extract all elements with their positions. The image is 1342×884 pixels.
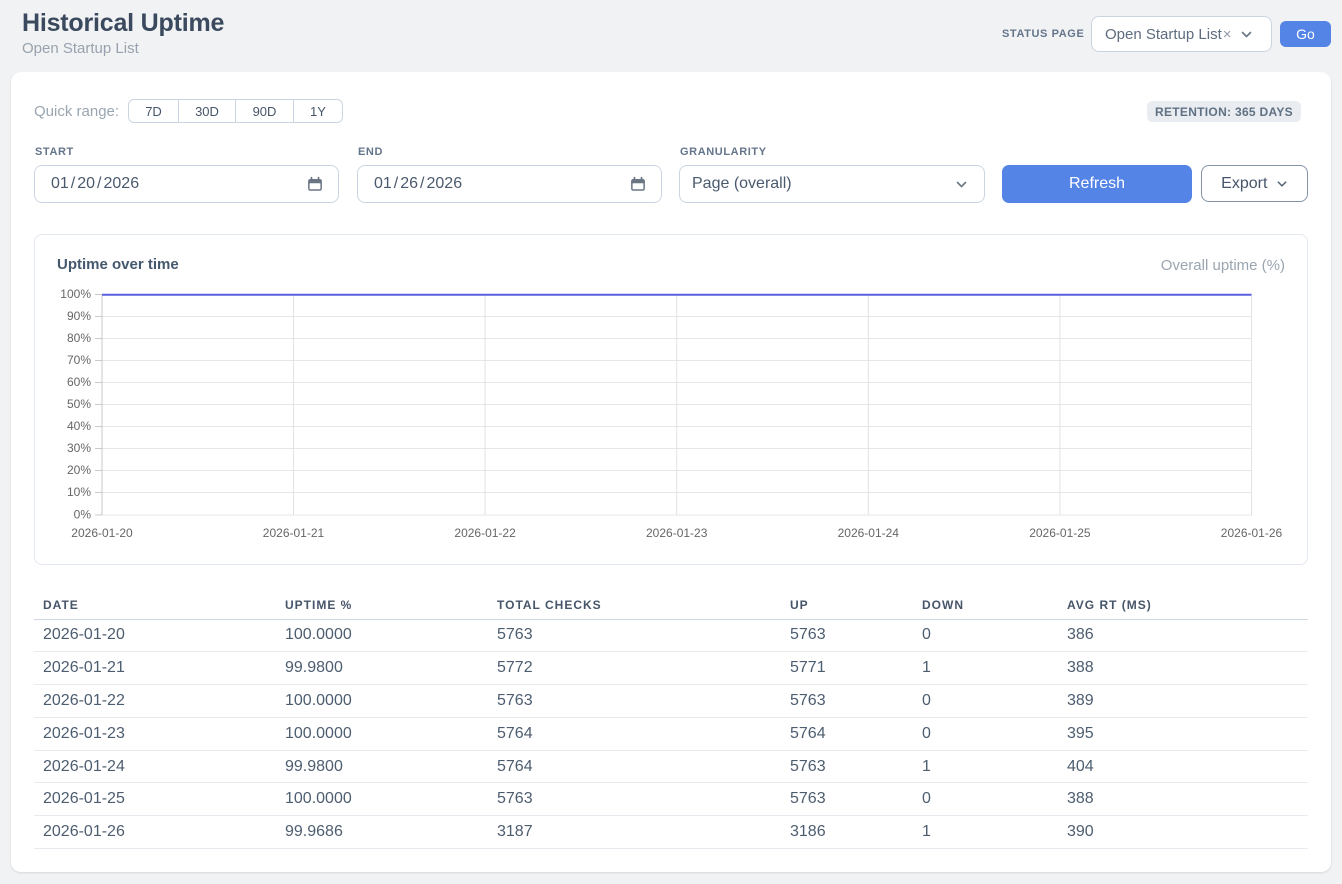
svg-text:20%: 20% bbox=[67, 463, 91, 477]
svg-text:2026-01-23: 2026-01-23 bbox=[646, 526, 708, 540]
svg-text:70%: 70% bbox=[67, 353, 91, 367]
svg-text:10%: 10% bbox=[67, 485, 91, 499]
svg-text:2026-01-26: 2026-01-26 bbox=[1221, 526, 1283, 540]
svg-text:0%: 0% bbox=[74, 508, 92, 522]
svg-text:50%: 50% bbox=[67, 397, 91, 411]
svg-text:80%: 80% bbox=[67, 331, 91, 345]
svg-text:2026-01-20: 2026-01-20 bbox=[71, 526, 133, 540]
svg-text:90%: 90% bbox=[67, 309, 91, 323]
svg-text:2026-01-21: 2026-01-21 bbox=[263, 526, 325, 540]
svg-text:30%: 30% bbox=[67, 441, 91, 455]
svg-text:2026-01-25: 2026-01-25 bbox=[1029, 526, 1091, 540]
svg-text:2026-01-22: 2026-01-22 bbox=[454, 526, 516, 540]
svg-text:40%: 40% bbox=[67, 419, 91, 433]
svg-text:60%: 60% bbox=[67, 375, 91, 389]
svg-text:2026-01-24: 2026-01-24 bbox=[838, 526, 900, 540]
svg-text:100%: 100% bbox=[60, 287, 91, 301]
